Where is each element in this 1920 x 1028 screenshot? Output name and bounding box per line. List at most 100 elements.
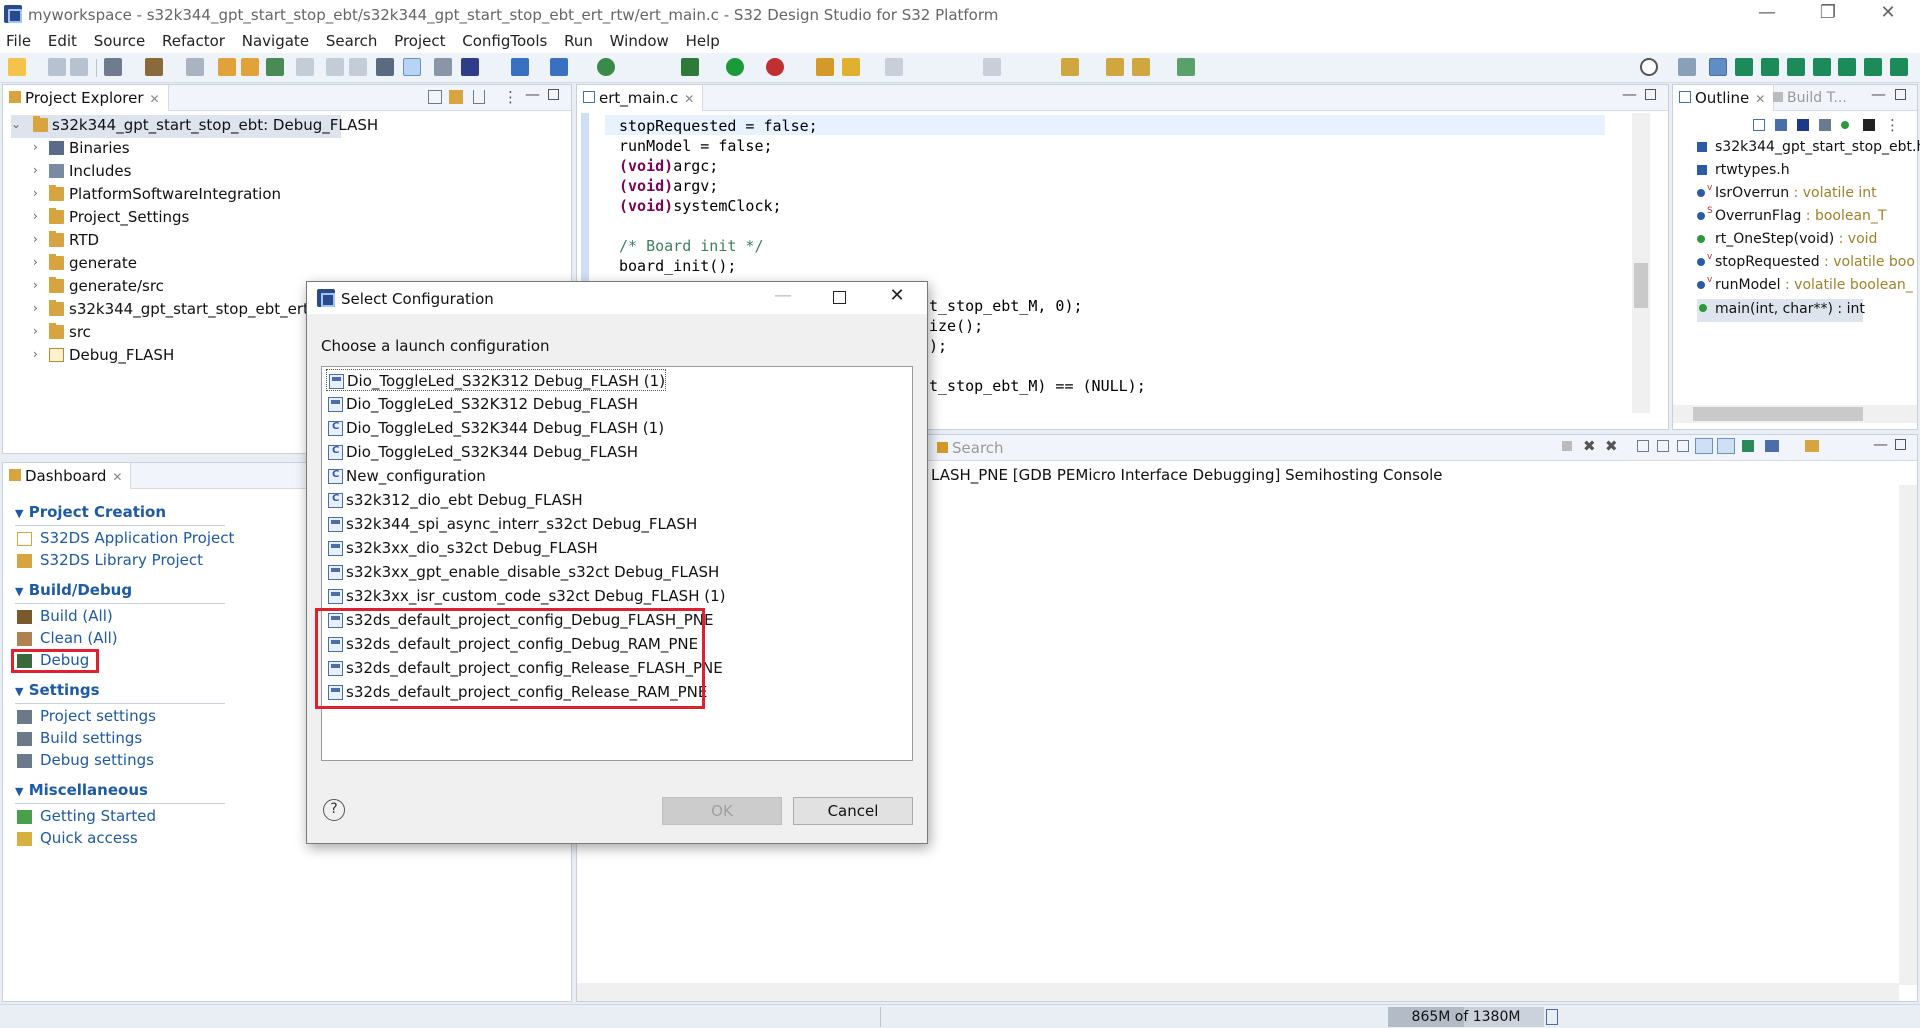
annotation-icon[interactable] bbox=[885, 58, 903, 76]
perspective-debug-icon[interactable] bbox=[1735, 58, 1753, 76]
section-miscellaneous[interactable]: ▼ Miscellaneous bbox=[15, 781, 148, 799]
list-item[interactable]: Dio_ToggleLed_S32K344 Debug_FLASH (1) bbox=[326, 417, 664, 439]
code-line[interactable]: ize(); bbox=[929, 317, 983, 335]
hide-static-icon[interactable] bbox=[1819, 119, 1831, 131]
search-icon[interactable] bbox=[1640, 58, 1658, 76]
dialog-minimize-button[interactable]: — bbox=[763, 285, 803, 306]
debug-icon[interactable] bbox=[681, 58, 699, 76]
minimize-console-icon[interactable]: — bbox=[1873, 435, 1888, 453]
new-class-icon[interactable] bbox=[511, 58, 529, 76]
list-item[interactable]: s32k3xx_dio_s32ct Debug_FLASH bbox=[326, 537, 598, 559]
hide-fields-icon[interactable] bbox=[1797, 119, 1809, 131]
import-icon[interactable] bbox=[266, 58, 284, 76]
collapse-all-icon[interactable] bbox=[428, 90, 442, 104]
filter-icon[interactable] bbox=[473, 90, 485, 104]
code-line[interactable]: (void)systemClock; bbox=[619, 197, 782, 215]
code-line[interactable]: board_init(); bbox=[619, 257, 736, 275]
tab-search[interactable]: Search bbox=[937, 439, 1004, 457]
code-line[interactable]: stopRequested = false; bbox=[619, 117, 818, 135]
view-menu-icon[interactable]: ⋮ bbox=[503, 88, 518, 106]
list-item[interactable]: s32k312_dio_ebt Debug_FLASH bbox=[326, 489, 583, 511]
perspective-clocks-icon[interactable] bbox=[1838, 58, 1856, 76]
editor-vertical-scrollbar[interactable] bbox=[1632, 113, 1650, 413]
link-s32ds-application-project[interactable]: S32DS Application Project bbox=[40, 529, 234, 547]
back-icon[interactable] bbox=[1061, 58, 1079, 76]
outline-item-runmodel[interactable]: v runModel : volatile boolean_ bbox=[1697, 275, 1913, 300]
menu-navigate[interactable]: Navigate bbox=[236, 29, 315, 50]
link-build-all[interactable]: Build (All) bbox=[40, 607, 113, 625]
open-folder-icon[interactable] bbox=[241, 58, 259, 76]
scroll-thumb[interactable] bbox=[1693, 407, 1863, 421]
redo-icon[interactable] bbox=[349, 58, 367, 76]
pencil-icon[interactable] bbox=[842, 58, 860, 76]
tree-root[interactable]: ⌄ s32k344_gpt_start_stop_ebt: Debug_FLAS… bbox=[11, 115, 378, 138]
tab-dashboard[interactable]: Dashboard ✕ bbox=[3, 463, 132, 489]
hide-nonpublic-icon[interactable] bbox=[1841, 121, 1849, 129]
console-vertical-scrollbar[interactable] bbox=[1899, 485, 1917, 985]
outline-item-stoprequested[interactable]: v stopRequested : volatile boo bbox=[1697, 252, 1915, 277]
section-project-creation[interactable]: ▼ Project Creation bbox=[15, 503, 166, 521]
sort-icon[interactable] bbox=[1775, 119, 1787, 131]
tab-project-explorer[interactable]: Project Explorer ✕ bbox=[3, 85, 169, 111]
save-icon[interactable] bbox=[48, 58, 66, 76]
maximize-editor-icon[interactable] bbox=[1645, 89, 1656, 100]
menu-help[interactable]: Help bbox=[680, 29, 726, 50]
code-line[interactable]: t_stop_ebt_M) == (NULL); bbox=[929, 377, 1146, 395]
minimize-button[interactable]: — bbox=[1747, 2, 1787, 23]
tab-outline[interactable]: Outline ✕ bbox=[1673, 85, 1775, 111]
scroll-thumb[interactable] bbox=[1634, 263, 1648, 308]
outline-item-overrunflag[interactable]: S OverrunFlag : boolean_T bbox=[1697, 206, 1887, 231]
back-arrow-icon[interactable] bbox=[1106, 58, 1124, 76]
perspective-git-icon[interactable] bbox=[1761, 58, 1779, 76]
show-stdout-icon[interactable] bbox=[1695, 438, 1713, 454]
menu-configtools[interactable]: ConfigTools bbox=[456, 29, 553, 50]
tab-ert-main-c[interactable]: ert_main.c ✕ bbox=[577, 85, 704, 111]
undo-icon[interactable] bbox=[326, 58, 344, 76]
dialog-close-button[interactable]: ✕ bbox=[877, 285, 917, 306]
save-all-icon[interactable] bbox=[70, 58, 88, 76]
perspective-config-icon[interactable] bbox=[1890, 58, 1908, 76]
link-icon[interactable] bbox=[434, 58, 452, 76]
link-project-settings[interactable]: Project settings bbox=[40, 707, 156, 725]
maximize-outline-icon[interactable] bbox=[1895, 89, 1906, 100]
display-console-icon[interactable] bbox=[1765, 440, 1779, 452]
new-icon[interactable] bbox=[8, 58, 26, 76]
list-item[interactable]: s32k344_spi_async_interr_s32ct Debug_FLA… bbox=[326, 513, 697, 535]
tab-build-targets[interactable]: Build T... bbox=[1773, 90, 1847, 106]
code-line[interactable]: (void)argv; bbox=[619, 177, 718, 195]
copy-icon[interactable] bbox=[296, 58, 314, 76]
code-line[interactable]: t_stop_ebt_M, 0); bbox=[929, 297, 1083, 315]
list-item[interactable]: Dio_ToggleLed_S32K312 Debug_FLASH bbox=[326, 393, 638, 415]
outline-item-rt-onestep[interactable]: rt_OneStep(void) : void bbox=[1697, 231, 1877, 254]
clear-console-icon[interactable] bbox=[1637, 440, 1649, 452]
outline-item-isroverrun[interactable]: v IsrOverrun : volatile int bbox=[1697, 183, 1877, 208]
help-icon[interactable]: ? bbox=[323, 799, 345, 821]
open-console-icon[interactable] bbox=[1805, 440, 1819, 452]
outline-horizontal-scrollbar[interactable] bbox=[1673, 405, 1917, 423]
link-clean-all[interactable]: Clean (All) bbox=[40, 629, 118, 647]
garbage-collect-icon[interactable] bbox=[1546, 1009, 1558, 1025]
menu-refactor[interactable]: Refactor bbox=[156, 29, 231, 50]
section-build-debug[interactable]: ▼ Build/Debug bbox=[15, 581, 132, 599]
close-button[interactable]: ✕ bbox=[1868, 2, 1908, 23]
remove-launch-icon[interactable]: ✖ bbox=[1583, 437, 1596, 455]
build-config-icon[interactable] bbox=[186, 58, 204, 76]
terminate-icon[interactable] bbox=[1562, 441, 1572, 451]
outline-item-header[interactable]: s32k344_gpt_start_stop_ebt.h bbox=[1697, 139, 1920, 162]
pin-icon[interactable] bbox=[1177, 58, 1195, 76]
search-tool-icon[interactable] bbox=[816, 58, 834, 76]
maximize-view-icon[interactable] bbox=[548, 89, 559, 100]
terminal-icon[interactable] bbox=[376, 58, 394, 76]
ok-button[interactable]: OK bbox=[662, 797, 782, 825]
perspective-peripherals-icon[interactable] bbox=[1864, 58, 1882, 76]
menu-source[interactable]: Source bbox=[88, 29, 152, 50]
code-line[interactable]: ); bbox=[929, 337, 947, 355]
code-line[interactable]: runModel = false; bbox=[619, 137, 773, 155]
menu-window[interactable]: Window bbox=[604, 29, 675, 50]
minimize-editor-icon[interactable]: — bbox=[1622, 85, 1637, 103]
external-tools-icon[interactable] bbox=[766, 58, 784, 76]
link-quick-access[interactable]: Quick access bbox=[40, 829, 138, 847]
show-stderr-icon[interactable] bbox=[1717, 438, 1735, 454]
link-editor-icon[interactable] bbox=[449, 90, 463, 104]
list-item[interactable]: Dio_ToggleLed_S32K312 Debug_FLASH (1) bbox=[326, 369, 667, 391]
